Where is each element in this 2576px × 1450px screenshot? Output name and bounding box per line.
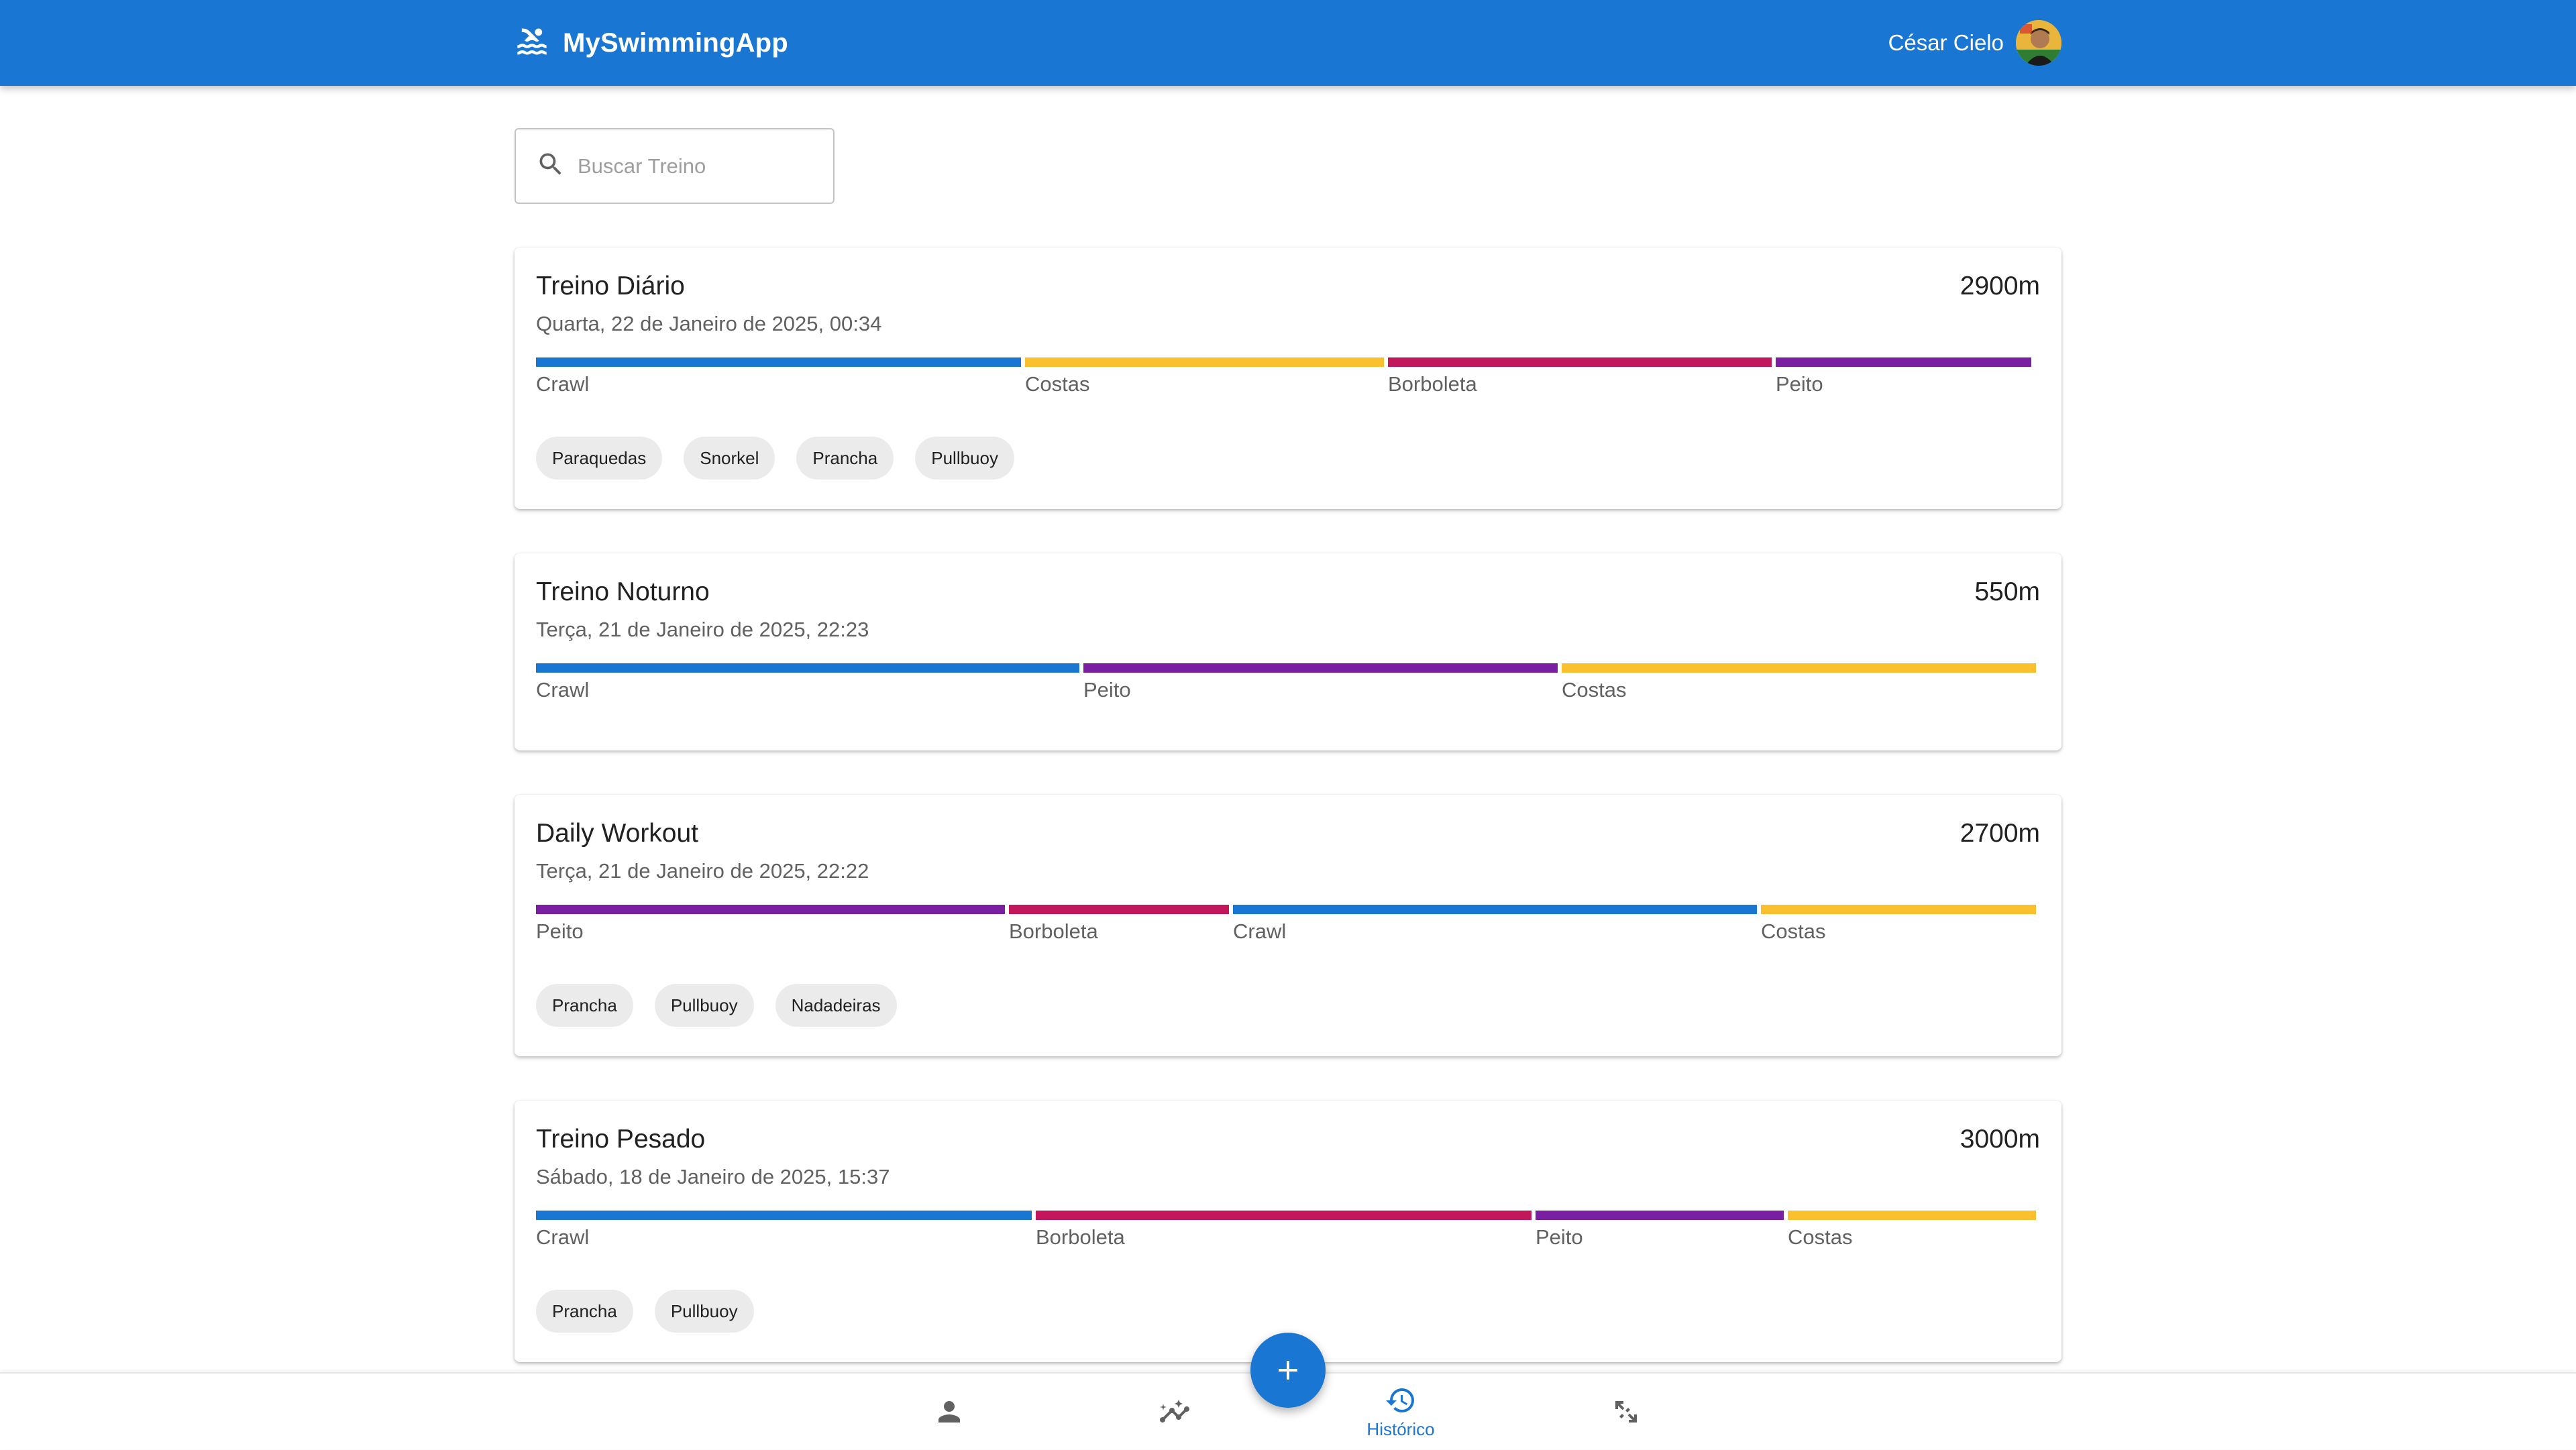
stroke-bar (1536, 1211, 1784, 1220)
user-menu[interactable]: César Cielo (1888, 20, 2061, 66)
stroke-segment: Peito (1776, 357, 2031, 396)
stroke-label: Costas (1761, 919, 1826, 943)
stroke-segment: Borboleta (1036, 1211, 1532, 1249)
equipment-chip[interactable]: Prancha (536, 1290, 633, 1333)
workout-distance: 2900m (1960, 272, 2040, 300)
equipment-chips: Prancha Pullbuoy Nadadeiras (536, 984, 2040, 1027)
workout-title: Daily Workout (536, 819, 699, 848)
stroke-label: Borboleta (1036, 1225, 1125, 1249)
workout-card[interactable]: Treino Diário 2900m Quarta, 22 de Janeir… (515, 247, 2061, 509)
stroke-bar (1788, 1211, 2036, 1220)
workout-card[interactable]: Daily Workout 2700m Terça, 21 de Janeiro… (515, 795, 2061, 1056)
nav-history-label: Histórico (1366, 1418, 1435, 1439)
stroke-label: Crawl (536, 372, 590, 396)
stroke-bar (1761, 905, 2036, 914)
stroke-bar (536, 663, 1079, 673)
nav-profile[interactable] (875, 1374, 1023, 1450)
stroke-label: Peito (536, 919, 584, 943)
workout-card[interactable]: Treino Pesado 3000m Sábado, 18 de Janeir… (515, 1101, 2061, 1362)
stroke-segment: Crawl (536, 663, 1079, 702)
search-icon (536, 150, 566, 182)
workout-date: Terça, 21 de Janeiro de 2025, 22:22 (536, 859, 869, 883)
stroke-label: Peito (1083, 678, 1131, 702)
workout-distance: 550m (1974, 577, 2040, 606)
brand[interactable]: MySwimmingApp (515, 24, 788, 62)
stroke-breakdown: Crawl Borboleta Peito Costas (536, 1211, 2036, 1249)
workout-distance: 2700m (1960, 819, 2040, 848)
nav-equipment[interactable] (1552, 1374, 1700, 1450)
plus-icon (1279, 1361, 1297, 1380)
equipment-chip[interactable]: Snorkel (684, 437, 775, 480)
stroke-bar (536, 1211, 1032, 1220)
stroke-bar (1562, 663, 2036, 673)
stroke-bar (1233, 905, 1757, 914)
stroke-segment: Borboleta (1388, 357, 1772, 396)
stroke-bar (1009, 905, 1229, 914)
stroke-label: Crawl (536, 678, 590, 702)
stroke-segment: Costas (1788, 1211, 2036, 1249)
resize-icon (1615, 1401, 1637, 1423)
stroke-label: Peito (1776, 372, 1823, 396)
app-bar: MySwimmingApp César Cielo (0, 0, 2576, 86)
insights-icon (1160, 1400, 1189, 1423)
equipment-chip[interactable]: Prancha (796, 437, 894, 480)
stroke-bar (536, 905, 1005, 914)
stroke-label: Peito (1536, 1225, 1583, 1249)
stroke-bar (1025, 357, 1384, 367)
equipment-chips: Prancha Pullbuoy (536, 1290, 2040, 1333)
stroke-label: Crawl (1233, 919, 1287, 943)
workout-date: Quarta, 22 de Janeiro de 2025, 00:34 (536, 312, 882, 335)
workout-card[interactable]: Treino Noturno 550m Terça, 21 de Janeiro… (515, 553, 2061, 750)
stroke-label: Costas (1562, 678, 1627, 702)
stroke-bar (536, 357, 1021, 367)
search-input[interactable] (578, 154, 819, 178)
equipment-chip[interactable]: Nadadeiras (775, 984, 897, 1027)
stroke-segment: Crawl (536, 1211, 1032, 1249)
add-workout-button[interactable] (1250, 1333, 1326, 1408)
stroke-bar (1083, 663, 1558, 673)
swimmer-icon (515, 24, 549, 62)
avatar[interactable] (2016, 20, 2061, 66)
history-icon (1386, 1388, 1414, 1412)
stroke-breakdown: Peito Borboleta Crawl Costas (536, 905, 2036, 944)
stroke-segment: Borboleta (1009, 905, 1229, 944)
equipment-chip[interactable]: Prancha (536, 984, 633, 1027)
workout-title: Treino Diário (536, 272, 685, 300)
stroke-segment: Crawl (1233, 905, 1757, 944)
stroke-breakdown: Crawl Costas Borboleta Peito (536, 357, 2036, 396)
stroke-segment: Peito (1083, 663, 1558, 702)
nav-insights[interactable] (1101, 1374, 1248, 1450)
stroke-label: Crawl (536, 1225, 590, 1249)
workout-date: Terça, 21 de Janeiro de 2025, 22:23 (536, 618, 869, 641)
stroke-bar (1036, 1211, 1532, 1220)
equipment-chip[interactable]: Pullbuoy (915, 437, 1014, 480)
stroke-label: Borboleta (1388, 372, 1477, 396)
stroke-bar (1388, 357, 1772, 367)
equipment-chip[interactable]: Pullbuoy (654, 984, 754, 1027)
user-name: César Cielo (1888, 30, 2004, 55)
search-field[interactable] (515, 128, 835, 204)
stroke-bar (1776, 357, 2031, 367)
equipment-chip[interactable]: Pullbuoy (654, 1290, 754, 1333)
equipment-chips: Paraquedas Snorkel Prancha Pullbuoy (536, 437, 2040, 480)
app-title: MySwimmingApp (563, 27, 788, 58)
workout-distance: 3000m (1960, 1125, 2040, 1154)
stroke-segment: Costas (1761, 905, 2036, 944)
stroke-segment: Costas (1562, 663, 2036, 702)
equipment-chip[interactable]: Paraquedas (536, 437, 663, 480)
workout-title: Treino Pesado (536, 1125, 706, 1154)
stroke-label: Costas (1788, 1225, 1853, 1249)
stroke-segment: Peito (1536, 1211, 1784, 1249)
workout-title: Treino Noturno (536, 577, 710, 606)
stroke-segment: Crawl (536, 357, 1021, 396)
person-icon (938, 1401, 960, 1423)
nav-history[interactable]: Histórico (1327, 1374, 1474, 1450)
stroke-breakdown: Crawl Peito Costas (536, 663, 2036, 702)
stroke-label: Borboleta (1009, 919, 1098, 943)
stroke-label: Costas (1025, 372, 1090, 396)
stroke-segment: Peito (536, 905, 1005, 944)
stroke-segment: Costas (1025, 357, 1384, 396)
workout-date: Sábado, 18 de Janeiro de 2025, 15:37 (536, 1165, 890, 1188)
